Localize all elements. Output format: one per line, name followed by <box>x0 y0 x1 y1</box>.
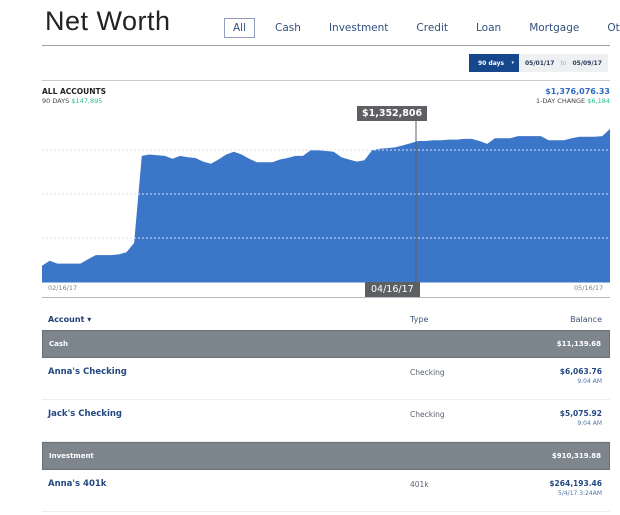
range-dates: 05/01/17 to 05/09/17 <box>519 54 608 72</box>
day-change-value: $6,184 <box>587 97 610 105</box>
start-date-input[interactable]: 05/01/17 <box>525 60 554 67</box>
account-balance: $6,063.76 9:04 AM <box>530 367 610 385</box>
account-name[interactable]: Anna's Checking <box>42 367 410 377</box>
x-start-label: 02/16/17 <box>48 284 78 292</box>
tab-all[interactable]: All <box>224 18 256 38</box>
balance-column-header[interactable]: Balance <box>530 315 610 324</box>
summary-left: ALL ACCOUNTS 90 DAYS $147,895 <box>42 87 106 105</box>
balance-amount: $6,063.76 <box>559 367 602 376</box>
balance-updated: 9:04 AM <box>577 378 602 385</box>
group-total: $910,319.88 <box>551 452 601 460</box>
range-select-label: 90 days <box>478 59 505 67</box>
tab-cash[interactable]: Cash <box>267 19 309 37</box>
accounts-table: Account ▾ Type Balance Cash $11,139.68 A… <box>42 308 610 512</box>
sort-caret-icon: ▾ <box>87 314 92 324</box>
range-divider <box>42 80 610 81</box>
group-header-cash[interactable]: Cash $11,139.68 <box>42 330 610 358</box>
account-column-label: Account <box>48 314 85 324</box>
tab-investment[interactable]: Investment <box>321 19 396 37</box>
account-type: Checking <box>410 368 445 377</box>
table-row[interactable]: Anna's 401k 401k $264,193.46 5/4/17 3:24… <box>42 470 610 512</box>
group-header-investment[interactable]: Investment $910,319.88 <box>42 442 610 470</box>
all-accounts-label: ALL ACCOUNTS <box>42 87 107 96</box>
tab-mortgage[interactable]: Mortgage <box>521 19 587 37</box>
period-change-value: $147,895 <box>71 97 103 105</box>
table-header: Account ▾ Type Balance <box>42 308 610 330</box>
net-worth-total: $1,376,076.33 <box>545 87 610 96</box>
balance-updated: 5/4/17 3:24AM <box>558 490 602 497</box>
group-name: Investment <box>49 452 94 460</box>
page-title: Net Worth <box>45 6 171 36</box>
account-balance: $5,075.92 9:04 AM <box>530 409 610 427</box>
chevron-down-icon: ▾ <box>511 60 514 66</box>
account-type: 401k <box>410 480 429 489</box>
account-column-header[interactable]: Account ▾ <box>42 315 410 324</box>
account-balance: $264,193.46 5/4/17 3:24AM <box>530 479 610 497</box>
date-range-picker: 90 days ▾ 05/01/17 to 05/09/17 <box>469 54 608 72</box>
tooltip-date: 04/16/17 <box>365 282 420 297</box>
to-label: to <box>560 59 567 67</box>
balance-amount: $5,075.92 <box>559 409 602 418</box>
account-name[interactable]: Jack's Checking <box>42 409 410 419</box>
header-divider <box>42 45 610 46</box>
account-type-tabs: All Cash Investment Credit Loan Mortgage… <box>224 18 620 38</box>
table-row[interactable]: Jack's Checking Checking $5,075.92 9:04 … <box>42 400 610 442</box>
tab-loan[interactable]: Loan <box>468 19 509 37</box>
net-worth-area <box>42 128 610 282</box>
group-total: $11,139.68 <box>556 340 601 348</box>
x-end-label: 05/16/17 <box>574 284 604 292</box>
tooltip-value: $1,352,806 <box>357 106 428 121</box>
balance-amount: $264,193.46 <box>549 479 602 488</box>
end-date-input[interactable]: 05/09/17 <box>572 60 601 67</box>
group-name: Cash <box>49 340 69 348</box>
period-label: 90 DAYS <box>42 97 70 105</box>
table-row[interactable]: Anna's Checking Checking $6,063.76 9:04 … <box>42 358 610 400</box>
chart-divider <box>42 297 610 298</box>
range-select[interactable]: 90 days ▾ <box>469 54 519 72</box>
account-name[interactable]: Anna's 401k <box>42 479 410 489</box>
type-column-header[interactable]: Type <box>410 315 530 324</box>
tab-credit[interactable]: Credit <box>408 19 456 37</box>
period-change: 90 DAYS $147,895 <box>42 97 106 105</box>
summary-right: $1,376,076.33 1-DAY CHANGE $6,184 <box>536 87 610 105</box>
day-change: 1-DAY CHANGE $6,184 <box>536 97 610 105</box>
day-change-label: 1-DAY CHANGE <box>535 97 586 105</box>
account-type: Checking <box>410 410 445 419</box>
tab-other[interactable]: Other <box>599 19 620 37</box>
balance-updated: 9:04 AM <box>577 420 602 427</box>
